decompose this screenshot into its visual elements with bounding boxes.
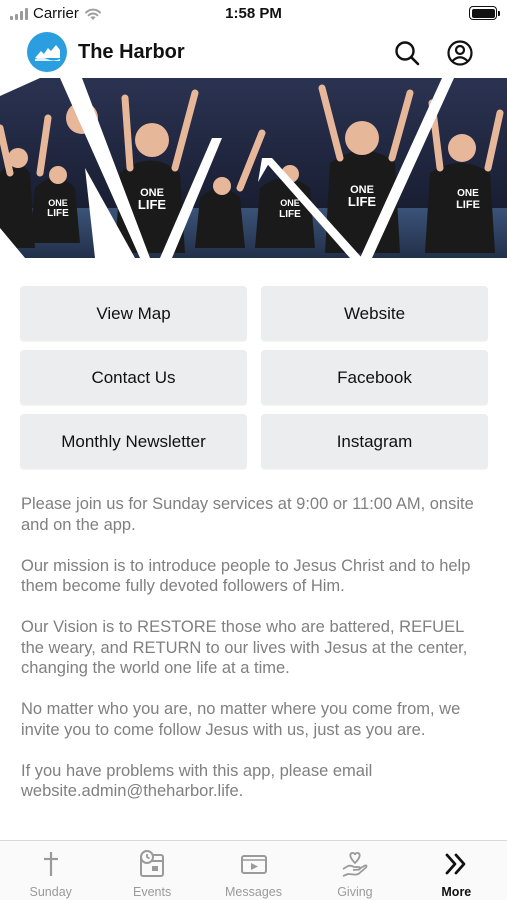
tab-giving[interactable]: Giving <box>304 841 405 900</box>
status-time: 1:58 PM <box>225 5 282 22</box>
svg-text:LIFE: LIFE <box>456 199 480 211</box>
tab-label: Messages <box>225 885 282 899</box>
svg-text:ONE: ONE <box>280 198 300 208</box>
tab-label: Events <box>133 885 172 899</box>
svg-text:LIFE: LIFE <box>279 209 301 220</box>
website-button[interactable]: Website <box>261 286 488 341</box>
view-map-button[interactable]: View Map <box>20 286 247 341</box>
cross-icon <box>43 852 58 876</box>
vision-paragraph: Our Vision is to RESTORE those who are b… <box>21 618 468 677</box>
hand-heart-icon <box>342 852 368 877</box>
about-text: Please join us for Sunday services at 9:… <box>21 494 491 822</box>
instagram-button[interactable]: Instagram <box>261 414 488 469</box>
svg-text:LIFE: LIFE <box>47 208 69 219</box>
invitation-paragraph: No matter who you are, no matter where y… <box>21 700 461 739</box>
tab-label: More <box>441 885 472 899</box>
battery-icon <box>469 6 500 20</box>
tab-more[interactable]: More <box>406 841 507 900</box>
double-chevron-right-icon <box>445 853 466 875</box>
svg-text:ONE: ONE <box>457 188 479 199</box>
mission-paragraph: Our mission is to introduce people to Je… <box>21 556 471 596</box>
tab-sunday[interactable]: Sunday <box>0 841 101 900</box>
contact-us-button[interactable]: Contact Us <box>20 350 247 405</box>
tab-label: Giving <box>337 885 373 899</box>
harbor-wave-icon <box>35 45 60 61</box>
tab-label: Sunday <box>29 885 72 899</box>
calendar-clock-icon <box>140 850 165 877</box>
svg-text:LIFE: LIFE <box>138 197 166 212</box>
hero-banner-image: ONE LIFE ONE LIFE ONE LIFE ONE LIFE ONE … <box>0 78 507 258</box>
app-header: The Harbor <box>0 30 507 76</box>
search-icon[interactable] <box>393 39 421 67</box>
baptism-celebration-photo: ONE LIFE ONE LIFE ONE LIFE ONE LIFE ONE … <box>0 78 507 258</box>
account-icon[interactable] <box>446 39 474 67</box>
monthly-newsletter-button[interactable]: Monthly Newsletter <box>20 414 247 469</box>
video-play-icon <box>240 855 267 874</box>
status-bar: Carrier 1:58 PM <box>0 0 507 28</box>
support-email-paragraph[interactable]: If you have problems with this app, plea… <box>21 761 491 802</box>
app-title: The Harbor <box>78 41 185 63</box>
svg-text:LIFE: LIFE <box>348 194 376 209</box>
services-paragraph: Please join us for Sunday services at 9:… <box>21 495 474 534</box>
church-logo <box>27 32 67 72</box>
tab-messages[interactable]: Messages <box>203 841 304 900</box>
tab-events[interactable]: Events <box>101 841 202 900</box>
facebook-button[interactable]: Facebook <box>261 350 488 405</box>
svg-text:ONE: ONE <box>48 198 68 208</box>
bottom-tab-bar: Sunday Events Messages Giving More <box>0 840 507 900</box>
